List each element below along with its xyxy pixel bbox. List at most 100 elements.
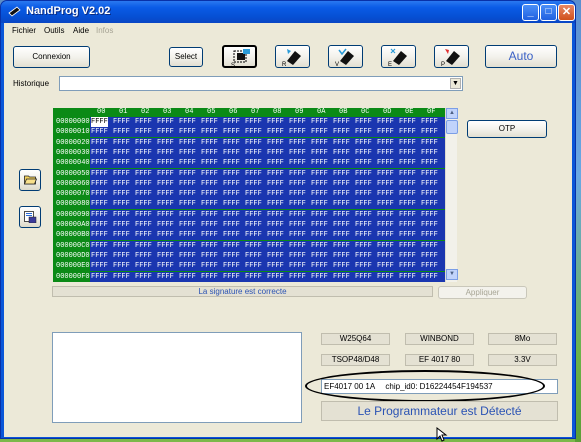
hex-row[interactable]: 00000050 FFFF FFFF FFFF FFFF FFFF FFFF FFFF FFFF…	[53, 168, 445, 179]
hex-cell[interactable]: FFFF	[377, 262, 394, 270]
hex-cell[interactable]: FFFF	[289, 252, 306, 260]
hex-cell[interactable]: FFFF	[113, 273, 130, 281]
hex-cell[interactable]: FFFF	[179, 273, 196, 281]
hex-cell[interactable]: FFFF	[421, 273, 438, 281]
hex-cell[interactable]: FFFF	[355, 118, 372, 126]
hex-row[interactable]: 00000070 FFFF FFFF FFFF FFFF FFFF FFFF FFFF FFFF…	[53, 189, 445, 200]
hex-cell[interactable]: FFFF	[201, 118, 218, 126]
hex-cell[interactable]: FFFF	[399, 242, 416, 250]
hex-cell[interactable]: FFFF	[267, 128, 284, 136]
hex-cell[interactable]: FFFF	[267, 159, 284, 167]
hex-cell[interactable]: FFFF	[421, 200, 438, 208]
hex-cell[interactable]: FFFF	[355, 149, 372, 157]
hex-view[interactable]: 00 01 02 03 04 05 06 07 08 09 0A 0B 0C 0D 0E 0F 0000000…	[53, 108, 457, 282]
hex-cell[interactable]: FFFF	[135, 221, 152, 229]
hex-cell[interactable]: FFFF	[179, 139, 196, 147]
hex-cell[interactable]: FFFF	[333, 252, 350, 260]
hex-cell[interactable]: FFFF	[157, 242, 174, 250]
hex-cell[interactable]: FFFF	[377, 231, 394, 239]
hex-cell[interactable]: FFFF	[267, 118, 284, 126]
hex-cell[interactable]: FFFF	[201, 242, 218, 250]
hex-cell[interactable]: FFFF	[267, 211, 284, 219]
hex-cell[interactable]: FFFF	[333, 200, 350, 208]
hex-cell[interactable]: FFFF	[399, 159, 416, 167]
hex-cell[interactable]: FFFF	[399, 139, 416, 147]
hex-cell[interactable]: FFFF	[377, 139, 394, 147]
hex-cell[interactable]: FFFF	[135, 139, 152, 147]
hex-cell[interactable]: FFFF	[311, 139, 328, 147]
hex-cell[interactable]: FFFF	[179, 211, 196, 219]
hex-cell[interactable]: FFFF	[91, 231, 108, 239]
hex-cell[interactable]: FFFF	[179, 200, 196, 208]
hex-cell[interactable]: FFFF	[289, 221, 306, 229]
s-chip-button[interactable]: S	[222, 45, 257, 68]
hex-cell[interactable]: FFFF	[311, 159, 328, 167]
hex-cell[interactable]: FFFF	[245, 252, 262, 260]
chevron-down-icon[interactable]: ▼	[450, 78, 461, 89]
hex-cell[interactable]: FFFF	[113, 128, 130, 136]
hex-cell[interactable]: FFFF	[311, 231, 328, 239]
hex-cell[interactable]: FFFF	[355, 170, 372, 178]
hex-row[interactable]: 000000A0 FFFF FFFF FFFF FFFF FFFF FFFF FFFF FFFF…	[53, 220, 445, 230]
hex-cell[interactable]: FFFF	[201, 139, 218, 147]
hex-cell[interactable]: FFFF	[377, 180, 394, 188]
hex-cell[interactable]: FFFF	[333, 273, 350, 281]
hex-cell[interactable]: FFFF	[245, 242, 262, 250]
maximize-button[interactable]: □	[540, 4, 557, 21]
hex-cell[interactable]: FFFF	[355, 180, 372, 188]
hex-cell[interactable]: FFFF	[157, 159, 174, 167]
hex-cell[interactable]: FFFF	[421, 252, 438, 260]
hex-cell[interactable]: FFFF	[157, 118, 174, 126]
hex-cell[interactable]: FFFF	[245, 231, 262, 239]
hex-cell[interactable]: FFFF	[179, 159, 196, 167]
hex-cell[interactable]: FFFF	[91, 221, 108, 229]
hex-cell[interactable]: FFFF	[135, 231, 152, 239]
hex-cell[interactable]: FFFF	[289, 170, 306, 178]
hex-cell[interactable]: FFFF	[245, 139, 262, 147]
hex-cell[interactable]: FFFF	[399, 128, 416, 136]
hex-cell[interactable]: FFFF	[421, 149, 438, 157]
hex-cell[interactable]: FFFF	[245, 128, 262, 136]
hex-cell[interactable]: FFFF	[201, 200, 218, 208]
hex-cell[interactable]: FFFF	[289, 262, 306, 270]
hex-cell[interactable]: FFFF	[223, 118, 240, 126]
hex-cell[interactable]: FFFF	[355, 242, 372, 250]
hex-cell[interactable]: FFFF	[91, 128, 108, 136]
hex-cell[interactable]: FFFF	[135, 128, 152, 136]
hex-cell[interactable]: FFFF	[91, 273, 108, 281]
hex-cell[interactable]: FFFF	[289, 118, 306, 126]
hex-row[interactable]: 000000E0 FFFF FFFF FFFF FFFF FFFF FFFF FFFF FFFF…	[53, 261, 445, 272]
hex-cell[interactable]: FFFF	[377, 190, 394, 198]
hex-cell[interactable]: FFFF	[311, 211, 328, 219]
hex-cell[interactable]: FFFF	[267, 190, 284, 198]
hex-cell[interactable]: FFFF	[113, 242, 130, 250]
hex-cell[interactable]: FFFF	[311, 262, 328, 270]
hex-scrollbar[interactable]: ▲ ▼	[445, 108, 458, 282]
hex-cell[interactable]: FFFF	[289, 180, 306, 188]
connexion-button[interactable]: Connexion	[13, 46, 90, 68]
hex-cell[interactable]: FFFF	[179, 170, 196, 178]
hex-cell[interactable]: FFFF	[135, 242, 152, 250]
hex-cell[interactable]: FFFF	[157, 170, 174, 178]
scroll-down-icon[interactable]: ▼	[446, 269, 458, 280]
hex-cell[interactable]: FFFF	[377, 159, 394, 167]
hex-cell[interactable]: FFFF	[201, 262, 218, 270]
hex-cell[interactable]: FFFF	[201, 180, 218, 188]
hex-cell[interactable]: FFFF	[355, 211, 372, 219]
hex-cell[interactable]: FFFF	[91, 190, 108, 198]
hex-row[interactable]: 000000C0 FFFF FFFF FFFF FFFF FFFF FFFF FFFF FFFF…	[53, 240, 445, 251]
hex-row[interactable]: 00000060 FFFF FFFF FFFF FFFF FFFF FFFF FFFF FFFF…	[53, 178, 445, 189]
hex-row[interactable]: 00000040 FFFF FFFF FFFF FFFF FFFF FFFF FFFF FFFF…	[53, 158, 445, 169]
hex-cell[interactable]: FFFF	[113, 211, 130, 219]
hex-cell[interactable]: FFFF	[399, 190, 416, 198]
hex-cell[interactable]: FFFF	[333, 139, 350, 147]
scroll-thumb[interactable]	[446, 120, 458, 134]
hex-cell[interactable]: FFFF	[157, 139, 174, 147]
hex-cell[interactable]: FFFF	[377, 242, 394, 250]
hex-cell[interactable]: FFFF	[245, 180, 262, 188]
hex-cell[interactable]: FFFF	[91, 117, 108, 127]
hex-cell[interactable]: FFFF	[311, 149, 328, 157]
hex-cell[interactable]: FFFF	[245, 190, 262, 198]
hex-cell[interactable]: FFFF	[135, 149, 152, 157]
menu-fichier[interactable]: Fichier	[12, 26, 36, 35]
